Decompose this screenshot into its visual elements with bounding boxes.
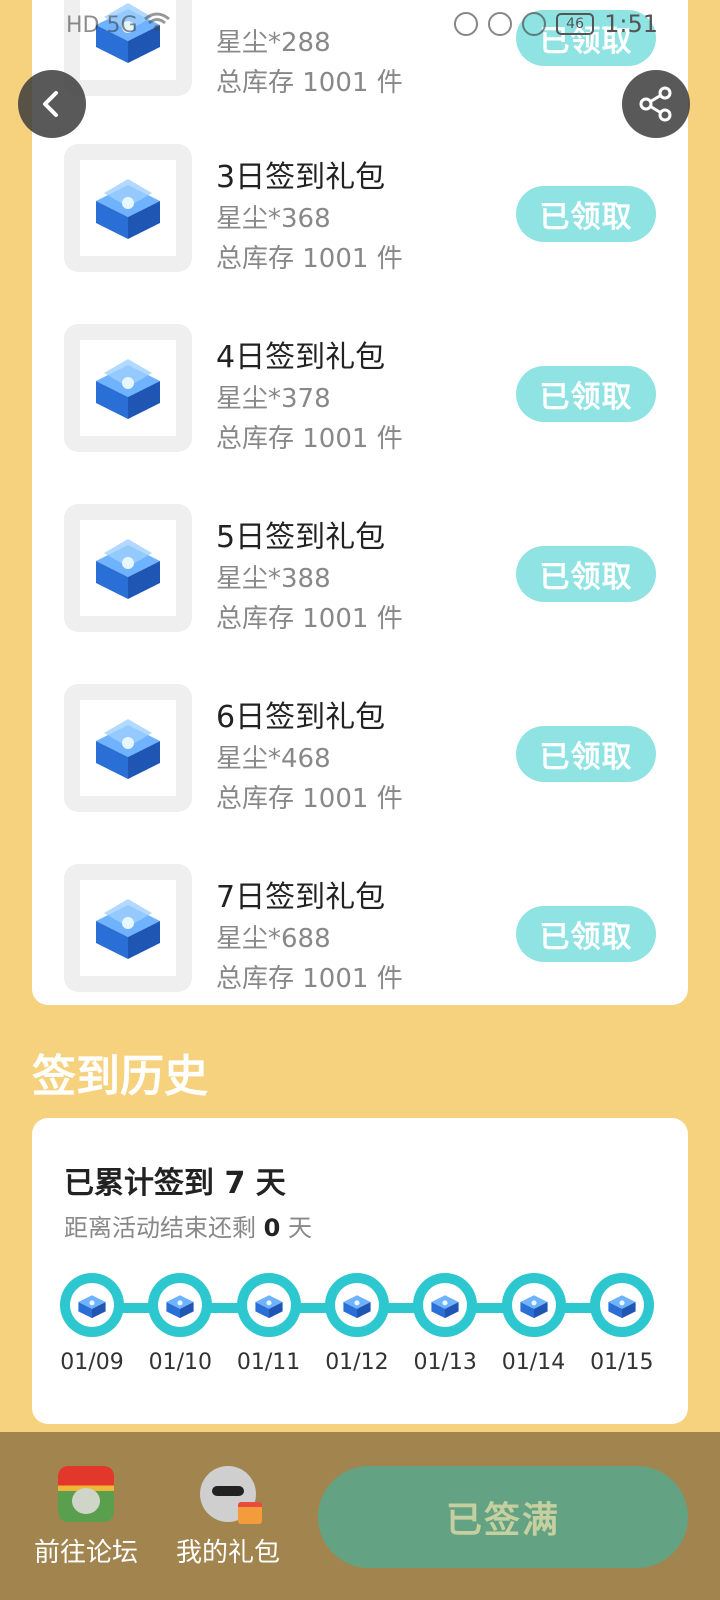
gift-reward: 星尘*388	[216, 564, 331, 594]
history-card: 已累计签到 7 天 距离活动结束还剩 0 天 01/09 01/10 01/11 01…	[32, 1118, 688, 1424]
gift-stock: 总库存 1001 件	[216, 68, 403, 98]
checkin-total-suffix: 天	[255, 1166, 286, 1201]
remaining-days: 距离活动结束还剩 0 天	[64, 1208, 312, 1243]
treasure-chest-icon	[608, 1295, 636, 1319]
gift-title: 4日签到礼包	[216, 340, 386, 375]
chevron-left-icon	[43, 91, 58, 117]
status-bar: HD 5G 46 1:51	[0, 0, 720, 50]
forum-nav[interactable]: 前往论坛	[26, 1466, 146, 1569]
claimed-button[interactable]: 已领取	[516, 906, 656, 962]
gift-title: 6日签到礼包	[216, 700, 386, 735]
gift-item-6day: 6日签到礼包 星尘*468 总库存 1001 件 已领取	[32, 664, 688, 824]
gift-thumbnail	[64, 324, 192, 452]
my-gifts-nav[interactable]: 我的礼包	[168, 1466, 288, 1569]
claimed-button[interactable]: 已领取	[516, 546, 656, 602]
checkin-full-button[interactable]: 已签满	[318, 1466, 688, 1568]
gift-item-5day: 5日签到礼包 星尘*388 总库存 1001 件 已领取	[32, 484, 688, 644]
game-app-icon	[58, 1466, 114, 1522]
remaining-prefix: 距离活动结束还剩	[64, 1214, 256, 1242]
checkin-day-node	[60, 1273, 124, 1337]
gift-reward: 星尘*378	[216, 384, 331, 414]
my-gifts-label: 我的礼包	[175, 1538, 280, 1568]
checkin-day-node	[236, 1273, 301, 1337]
treasure-chest-icon	[343, 1295, 371, 1319]
share-button[interactable]	[622, 70, 690, 138]
gift-title: 5日签到礼包	[216, 520, 386, 555]
checkin-day-node	[413, 1273, 478, 1337]
treasure-chest-icon	[96, 179, 160, 239]
gift-box-icon	[238, 1502, 262, 1524]
remaining-count: 0	[263, 1214, 281, 1242]
gift-reward: 星尘*468	[216, 744, 331, 774]
treasure-chest-icon	[519, 1295, 548, 1319]
checkin-date-label: 01/10	[148, 1350, 212, 1375]
gift-title: 7日签到礼包	[216, 880, 386, 915]
checkin-date-label: 01/11	[236, 1350, 301, 1375]
checkin-day-node	[148, 1273, 213, 1337]
claimed-button[interactable]: 已领取	[516, 366, 656, 422]
treasure-chest-icon	[254, 1295, 283, 1319]
forum-label: 前往论坛	[33, 1538, 138, 1568]
gift-thumbnail	[64, 864, 192, 992]
remaining-suffix: 天	[287, 1214, 312, 1242]
checkin-total-prefix: 已累计签到	[64, 1166, 214, 1201]
gift-stock: 总库存 1001 件	[216, 604, 403, 634]
gift-item-7day: 7日签到礼包 星尘*688 总库存 1001 件 已领取	[32, 844, 688, 1004]
avatar-gift-icon	[200, 1466, 262, 1524]
bottom-bar: 前往论坛 我的礼包 已签满	[0, 1432, 720, 1600]
treasure-chest-icon	[96, 899, 160, 959]
treasure-chest-icon	[166, 1295, 194, 1319]
network-indicator: HD 5G	[66, 12, 138, 38]
wifi-icon	[143, 12, 170, 38]
gift-item-4day: 4日签到礼包 星尘*378 总库存 1001 件 已领取	[32, 304, 688, 464]
treasure-chest-icon	[78, 1295, 106, 1319]
alarm-icon	[522, 12, 547, 36]
checkin-date-label: 01/14	[501, 1350, 566, 1375]
status-icons: 46 1:51	[454, 10, 658, 38]
gift-reward: 星尘*688	[216, 924, 331, 954]
treasure-chest-icon	[96, 539, 160, 599]
battery-indicator: 46	[556, 13, 595, 35]
treasure-chest-icon	[96, 359, 160, 419]
checkin-day-node	[501, 1273, 566, 1337]
gift-title: 3日签到礼包	[216, 160, 386, 195]
checkin-day-node	[324, 1273, 389, 1337]
signal-indicators: HD 5G	[66, 12, 170, 38]
checkin-total: 已累计签到 7 天	[64, 1158, 286, 1202]
treasure-chest-icon	[96, 719, 160, 779]
gift-stock: 总库存 1001 件	[216, 964, 403, 994]
gift-thumbnail	[64, 144, 192, 272]
clock: 1:51	[604, 10, 658, 38]
gift-stock: 总库存 1001 件	[216, 784, 403, 814]
checkin-date-label: 01/15	[590, 1350, 654, 1375]
gift-thumbnail	[64, 684, 192, 812]
checkin-date-label: 01/13	[413, 1350, 477, 1375]
checkin-day-node	[589, 1273, 654, 1337]
claimed-button[interactable]: 已领取	[516, 186, 656, 242]
eye-comfort-icon	[488, 12, 513, 36]
back-button[interactable]	[18, 70, 86, 138]
gift-item-3day: 3日签到礼包 星尘*368 总库存 1001 件 已领取	[32, 124, 688, 284]
gift-stock: 总库存 1001 件	[216, 424, 403, 454]
treasure-chest-icon	[431, 1295, 459, 1319]
checkin-date-label: 01/12	[325, 1350, 389, 1375]
gift-stock: 总库存 1001 件	[216, 244, 403, 274]
share-icon	[639, 86, 672, 122]
history-heading: 签到历史	[32, 1051, 208, 1102]
gift-reward: 星尘*368	[216, 204, 331, 234]
data-saver-icon	[454, 12, 479, 36]
checkin-total-days: 7	[224, 1166, 246, 1201]
checkin-date-label: 01/09	[60, 1350, 124, 1375]
gift-thumbnail	[64, 504, 192, 632]
claimed-button[interactable]: 已领取	[516, 726, 656, 782]
